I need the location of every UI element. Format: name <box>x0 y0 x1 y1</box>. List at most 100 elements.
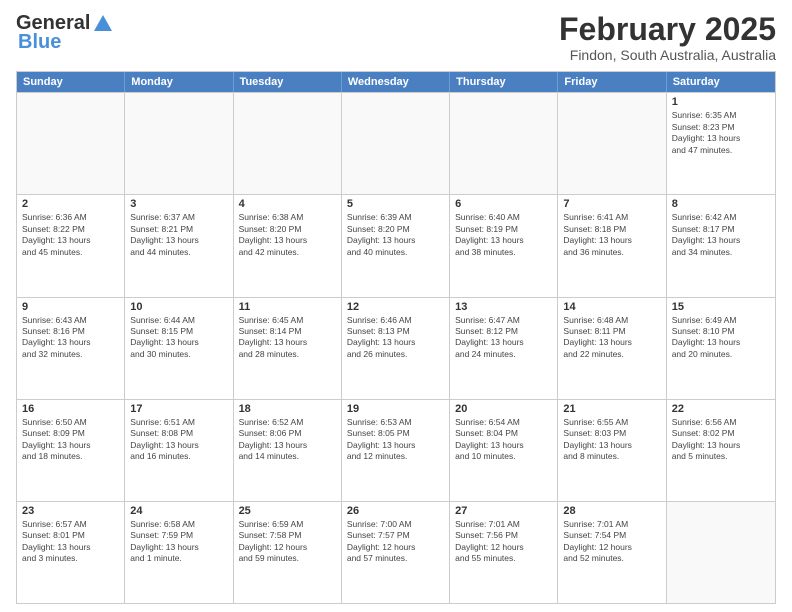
month-title: February 2025 <box>559 12 776 47</box>
week-row-1: 1 Sunrise: 6:35 AM Sunset: 8:23 PM Daylig… <box>17 92 775 194</box>
day-info: Sunrise: 6:53 AM Sunset: 8:05 PM Dayligh… <box>347 417 444 463</box>
day-info: Sunrise: 6:47 AM Sunset: 8:12 PM Dayligh… <box>455 315 552 361</box>
day-number: 4 <box>239 198 336 210</box>
week-row-3: 9 Sunrise: 6:43 AM Sunset: 8:16 PM Daylig… <box>17 297 775 399</box>
calendar-header: SundayMondayTuesdayWednesdayThursdayFrid… <box>17 72 775 92</box>
day-number: 2 <box>22 198 119 210</box>
day-cell-6: 6 Sunrise: 6:40 AM Sunset: 8:19 PM Daylig… <box>450 195 558 296</box>
day-cell-3: 3Sunrise: 6:37 AM Sunset: 8:21 PM Daylig… <box>125 195 233 296</box>
day-info: Sunrise: 6:56 AM Sunset: 8:02 PM Dayligh… <box>672 417 770 463</box>
day-cell-5: 5 Sunrise: 6:39 AM Sunset: 8:20 PM Daylig… <box>342 195 450 296</box>
title-block: February 2025 Findon, South Australia, A… <box>559 12 776 63</box>
day-info: Sunrise: 6:38 AM Sunset: 8:20 PM Dayligh… <box>239 212 336 258</box>
day-number: 5 <box>347 198 444 210</box>
header-day-sunday: Sunday <box>17 72 125 92</box>
day-number: 18 <box>239 403 336 415</box>
week-row-4: 16 Sunrise: 6:50 AM Sunset: 8:09 PM Dayli… <box>17 399 775 501</box>
day-cell-23: 23 Sunrise: 6:57 AM Sunset: 8:01 PM Dayli… <box>17 502 125 603</box>
day-info: Sunrise: 6:48 AM Sunset: 8:11 PM Dayligh… <box>563 315 660 361</box>
day-number: 12 <box>347 301 444 313</box>
day-number: 15 <box>672 301 770 313</box>
day-info: Sunrise: 6:58 AM Sunset: 7:59 PM Dayligh… <box>130 519 227 565</box>
day-cell-empty <box>450 93 558 194</box>
header-day-tuesday: Tuesday <box>234 72 342 92</box>
day-number: 24 <box>130 505 227 517</box>
day-number: 25 <box>239 505 336 517</box>
day-cell-10: 10 Sunrise: 6:44 AM Sunset: 8:15 PM Dayli… <box>125 298 233 399</box>
day-cell-12: 12 Sunrise: 6:46 AM Sunset: 8:13 PM Dayli… <box>342 298 450 399</box>
logo-icon <box>92 13 114 35</box>
day-cell-1: 1 Sunrise: 6:35 AM Sunset: 8:23 PM Daylig… <box>667 93 775 194</box>
day-cell-19: 19 Sunrise: 6:53 AM Sunset: 8:05 PM Dayli… <box>342 400 450 501</box>
day-number: 28 <box>563 505 660 517</box>
day-number: 1 <box>672 96 770 108</box>
day-number: 8 <box>672 198 770 210</box>
week-row-2: 2 Sunrise: 6:36 AM Sunset: 8:22 PM Daylig… <box>17 194 775 296</box>
day-info: Sunrise: 6:55 AM Sunset: 8:03 PM Dayligh… <box>563 417 660 463</box>
day-info: Sunrise: 6:59 AM Sunset: 7:58 PM Dayligh… <box>239 519 336 565</box>
day-number: 23 <box>22 505 119 517</box>
day-cell-empty <box>667 502 775 603</box>
calendar-body: 1 Sunrise: 6:35 AM Sunset: 8:23 PM Daylig… <box>17 92 775 603</box>
location-title: Findon, South Australia, Australia <box>559 47 776 63</box>
day-info: Sunrise: 6:36 AM Sunset: 8:22 PM Dayligh… <box>22 212 119 258</box>
day-number: 7 <box>563 198 660 210</box>
day-cell-26: 26 Sunrise: 7:00 AM Sunset: 7:57 PM Dayli… <box>342 502 450 603</box>
day-info: Sunrise: 6:46 AM Sunset: 8:13 PM Dayligh… <box>347 315 444 361</box>
header-day-monday: Monday <box>125 72 233 92</box>
day-number: 17 <box>130 403 227 415</box>
day-cell-8: 8 Sunrise: 6:42 AM Sunset: 8:17 PM Daylig… <box>667 195 775 296</box>
day-info: Sunrise: 6:50 AM Sunset: 8:09 PM Dayligh… <box>22 417 119 463</box>
day-info: Sunrise: 6:35 AM Sunset: 8:23 PM Dayligh… <box>672 110 770 156</box>
day-info: Sunrise: 6:44 AM Sunset: 8:15 PM Dayligh… <box>130 315 227 361</box>
day-cell-empty <box>234 93 342 194</box>
day-cell-16: 16 Sunrise: 6:50 AM Sunset: 8:09 PM Dayli… <box>17 400 125 501</box>
day-number: 14 <box>563 301 660 313</box>
day-cell-20: 20 Sunrise: 6:54 AM Sunset: 8:04 PM Dayli… <box>450 400 558 501</box>
day-info: Sunrise: 6:39 AM Sunset: 8:20 PM Dayligh… <box>347 212 444 258</box>
day-number: 6 <box>455 198 552 210</box>
day-cell-9: 9 Sunrise: 6:43 AM Sunset: 8:16 PM Daylig… <box>17 298 125 399</box>
day-info: Sunrise: 6:43 AM Sunset: 8:16 PM Dayligh… <box>22 315 119 361</box>
day-cell-22: 22 Sunrise: 6:56 AM Sunset: 8:02 PM Dayli… <box>667 400 775 501</box>
day-number: 13 <box>455 301 552 313</box>
day-cell-15: 15 Sunrise: 6:49 AM Sunset: 8:10 PM Dayli… <box>667 298 775 399</box>
header-day-friday: Friday <box>558 72 666 92</box>
day-number: 22 <box>672 403 770 415</box>
day-info: Sunrise: 6:49 AM Sunset: 8:10 PM Dayligh… <box>672 315 770 361</box>
day-cell-25: 25 Sunrise: 6:59 AM Sunset: 7:58 PM Dayli… <box>234 502 342 603</box>
day-number: 19 <box>347 403 444 415</box>
day-info: Sunrise: 6:40 AM Sunset: 8:19 PM Dayligh… <box>455 212 552 258</box>
logo-blue-text: Blue <box>16 31 61 54</box>
day-number: 9 <box>22 301 119 313</box>
day-info: Sunrise: 6:42 AM Sunset: 8:17 PM Dayligh… <box>672 212 770 258</box>
day-number: 10 <box>130 301 227 313</box>
day-number: 26 <box>347 505 444 517</box>
day-cell-28: 28Sunrise: 7:01 AM Sunset: 7:54 PM Dayli… <box>558 502 666 603</box>
day-cell-empty <box>558 93 666 194</box>
day-info: Sunrise: 6:57 AM Sunset: 8:01 PM Dayligh… <box>22 519 119 565</box>
day-number: 21 <box>563 403 660 415</box>
day-cell-empty <box>342 93 450 194</box>
header: General Blue February 2025 Findon, South… <box>16 12 776 63</box>
day-number: 16 <box>22 403 119 415</box>
day-info: Sunrise: 6:41 AM Sunset: 8:18 PM Dayligh… <box>563 212 660 258</box>
header-day-thursday: Thursday <box>450 72 558 92</box>
day-info: Sunrise: 6:54 AM Sunset: 8:04 PM Dayligh… <box>455 417 552 463</box>
day-cell-empty <box>17 93 125 194</box>
day-info: Sunrise: 6:37 AM Sunset: 8:21 PM Dayligh… <box>130 212 227 258</box>
day-cell-7: 7 Sunrise: 6:41 AM Sunset: 8:18 PM Daylig… <box>558 195 666 296</box>
week-row-5: 23 Sunrise: 6:57 AM Sunset: 8:01 PM Dayli… <box>17 501 775 603</box>
day-number: 11 <box>239 301 336 313</box>
day-info: Sunrise: 7:00 AM Sunset: 7:57 PM Dayligh… <box>347 519 444 565</box>
day-info: Sunrise: 6:45 AM Sunset: 8:14 PM Dayligh… <box>239 315 336 361</box>
page: General Blue February 2025 Findon, South… <box>0 0 792 612</box>
header-day-wednesday: Wednesday <box>342 72 450 92</box>
day-cell-21: 21 Sunrise: 6:55 AM Sunset: 8:03 PM Dayli… <box>558 400 666 501</box>
header-day-saturday: Saturday <box>667 72 775 92</box>
day-info: Sunrise: 7:01 AM Sunset: 7:56 PM Dayligh… <box>455 519 552 565</box>
day-cell-18: 18 Sunrise: 6:52 AM Sunset: 8:06 PM Dayli… <box>234 400 342 501</box>
day-number: 20 <box>455 403 552 415</box>
day-info: Sunrise: 6:52 AM Sunset: 8:06 PM Dayligh… <box>239 417 336 463</box>
day-cell-empty <box>125 93 233 194</box>
